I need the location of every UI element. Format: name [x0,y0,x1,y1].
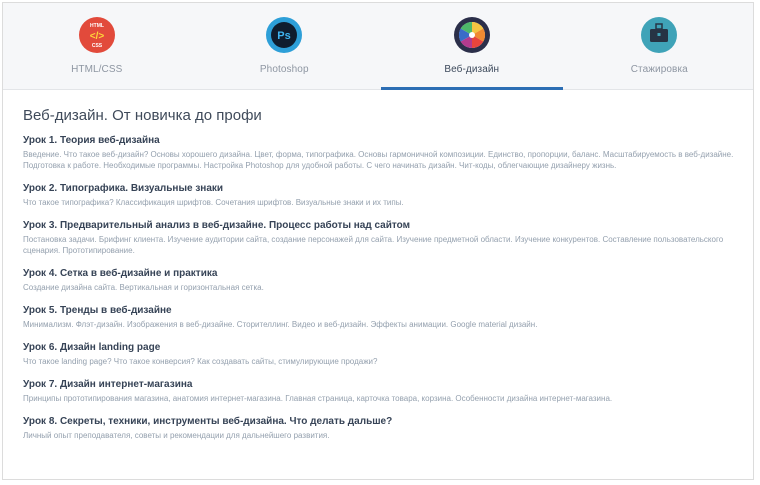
lesson-item: Урок 4. Сетка в веб-дизайне и практика С… [23,268,735,293]
tab-label-internship: Стажировка [630,64,688,75]
tab-internship[interactable]: Стажировка [566,3,754,89]
lesson-title: Урок 7. Дизайн интернет-магазина [23,379,193,390]
course-panel: HTML </> CSS HTML/CSS Ps Photoshop Веб-д… [2,2,754,480]
lesson-title: Урок 5. Тренды в веб-дизайне [23,305,172,316]
lesson-description: Введение. Что такое веб-дизайн? Основы х… [23,150,734,170]
tab-photoshop[interactable]: Ps Photoshop [191,3,379,89]
lesson-title: Урок 6. Дизайн landing page [23,342,161,353]
lesson-description: Личный опыт преподавателя, советы и реко… [23,431,330,440]
course-title: Веб-дизайн. От новичка до профи [23,107,262,124]
lesson-description: Что такое типографика? Классификация шри… [23,198,404,207]
tab-html-css[interactable]: HTML </> CSS HTML/CSS [3,3,191,89]
tab-web-design[interactable]: Веб-дизайн [378,3,566,90]
lesson-description: Создание дизайна сайта. Вертикальная и г… [23,283,264,292]
svg-text:CSS: CSS [92,43,103,49]
lesson-title: Урок 3. Предварительный анализ в веб-диз… [23,220,411,231]
lesson-description: Постановка задачи. Брифинг клиента. Изуч… [23,235,724,255]
html-css-icon: HTML </> CSS [78,17,115,53]
lesson-item: Урок 1. Теория веб-дизайна Введение. Что… [23,135,735,171]
lesson-description: Принципы прототипирования магазина, анат… [23,394,613,403]
briefcase-icon [641,17,678,53]
lesson-title: Урок 2. Типографика. Визуальные знаки [23,183,224,194]
svg-text:</>: </> [90,31,105,42]
lesson-item: Урок 6. Дизайн landing page Что такое la… [23,342,735,367]
course-tabs: HTML </> CSS HTML/CSS Ps Photoshop Веб-д… [3,3,753,90]
lesson-title: Урок 4. Сетка в веб-дизайне и практика [23,268,218,279]
lesson-title: Урок 8. Секреты, техники, инструменты ве… [23,416,393,427]
lesson-title: Урок 1. Теория веб-дизайна [23,135,160,146]
course-content: Веб-дизайн. От новичка до профи Урок 1. … [23,107,735,453]
tab-label-web-design: Веб-дизайн [444,64,500,75]
lesson-item: Урок 8. Секреты, техники, инструменты ве… [23,416,735,441]
svg-text:HTML: HTML [90,23,104,29]
tab-label-html-css: HTML/CSS [71,64,123,75]
lesson-item: Урок 2. Типографика. Визуальные знаки Чт… [23,183,735,208]
lesson-item: Урок 3. Предварительный анализ в веб-диз… [23,220,735,256]
lesson-description: Что такое landing page? Что такое конвер… [23,357,378,366]
tab-label-photoshop: Photoshop [259,64,309,75]
photoshop-icon: Ps [266,17,303,53]
lesson-description: Минимализм. Флэт-дизайн. Изображения в в… [23,320,538,329]
lesson-item: Урок 7. Дизайн интернет-магазина Принцип… [23,379,735,404]
lesson-item: Урок 5. Тренды в веб-дизайне Минимализм.… [23,305,735,330]
color-wheel-icon [453,17,490,53]
svg-text:Ps: Ps [278,30,291,42]
